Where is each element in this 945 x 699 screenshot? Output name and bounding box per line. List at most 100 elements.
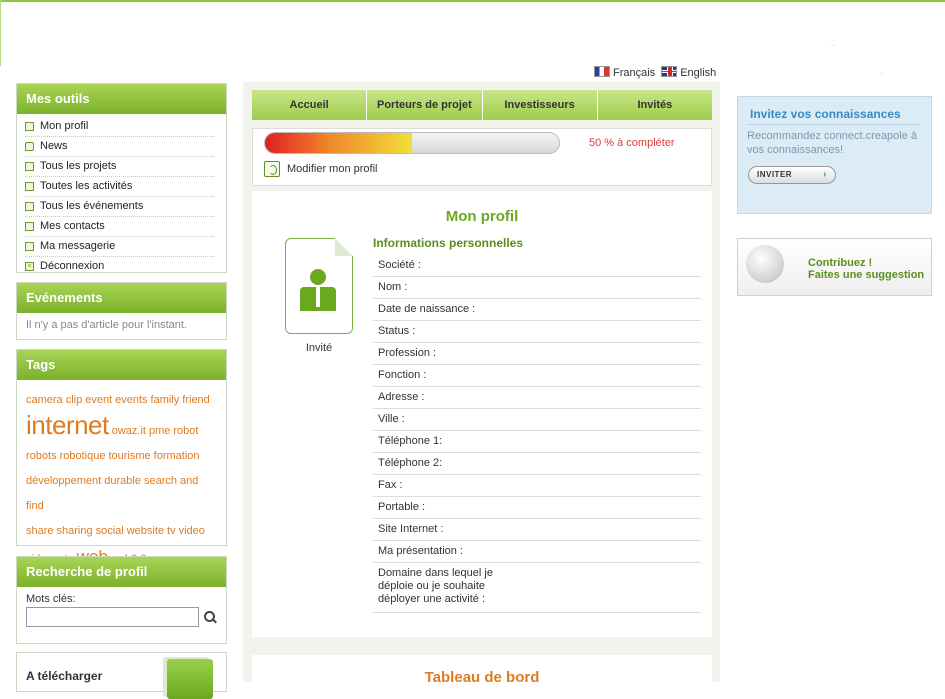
page-icon bbox=[25, 162, 34, 171]
events-empty-text: Il n'y a pas d'article pour l'instant. bbox=[26, 319, 187, 331]
field-site-internet: Site Internet : bbox=[373, 519, 701, 541]
download-title: A télécharger bbox=[26, 669, 103, 683]
tag-link[interactable]: owaz.it bbox=[112, 425, 146, 437]
tag-link[interactable]: robotique bbox=[60, 450, 106, 462]
field-status: Status : bbox=[373, 321, 701, 343]
progress-text: 50 % à compléter bbox=[589, 137, 675, 149]
profile-title: Mon profil bbox=[445, 208, 519, 225]
invite-button[interactable]: INVITER bbox=[748, 166, 836, 184]
tag-link[interactable]: développement durable bbox=[26, 475, 141, 487]
field-fonction: Fonction : bbox=[373, 365, 701, 387]
main-nav: Accueil Porteurs de projet Investisseurs… bbox=[252, 90, 712, 120]
field-date-naissance: Date de naissance : bbox=[373, 299, 701, 321]
invite-text: Recommandez connect.creapole à vos conna… bbox=[747, 130, 917, 156]
nav-accueil[interactable]: Accueil bbox=[252, 90, 368, 120]
nav-investisseurs[interactable]: Investisseurs bbox=[483, 90, 598, 120]
field-ville: Ville : bbox=[373, 409, 701, 431]
dot bbox=[831, 45, 834, 46]
nav-porteurs-de-projet[interactable]: Porteurs de projet bbox=[367, 90, 483, 120]
tag-link[interactable]: robot bbox=[173, 425, 198, 437]
tag-link[interactable]: social bbox=[96, 525, 124, 537]
personal-info-list: Société : Nom : Date de naissance : Stat… bbox=[373, 255, 701, 613]
tag-link[interactable]: family bbox=[151, 394, 180, 406]
field-nom: Nom : bbox=[373, 277, 701, 299]
page-icon bbox=[25, 182, 34, 191]
tag-link[interactable]: friend bbox=[182, 394, 210, 406]
tag-link[interactable]: pme bbox=[149, 425, 170, 437]
lang-english[interactable]: English bbox=[661, 66, 716, 79]
contacts-icon bbox=[25, 222, 34, 231]
tag-link[interactable]: clip bbox=[66, 394, 83, 406]
tag-link[interactable]: formation bbox=[154, 450, 200, 462]
logout-icon: × bbox=[25, 262, 34, 271]
modify-profile-link[interactable]: Modifier mon profil bbox=[264, 161, 377, 177]
field-telephone-2: Téléphone 2: bbox=[373, 453, 701, 475]
field-fax: Fax : bbox=[373, 475, 701, 497]
events-panel: Evénements Il n'y a pas d'article pour l… bbox=[16, 282, 227, 340]
tag-link[interactable]: website bbox=[127, 525, 164, 537]
field-telephone-1: Téléphone 1: bbox=[373, 431, 701, 453]
avatar-role: Invité bbox=[305, 342, 333, 354]
tools-title: Mes outils bbox=[17, 84, 226, 114]
invite-panel: Invitez vos connaissances Recommandez co… bbox=[737, 96, 932, 214]
field-domaine-row: Domaine dans lequel je déploie ou je sou… bbox=[373, 563, 701, 613]
menu-item-contacts[interactable]: Mes contacts bbox=[25, 217, 214, 237]
tag-link[interactable]: video bbox=[179, 525, 205, 537]
profile-progress: 50 % à compléter Modifier mon profil bbox=[252, 128, 712, 186]
edit-profile-icon bbox=[264, 161, 280, 177]
personal-info-title: Informations personnelles bbox=[373, 236, 524, 250]
nav-invites[interactable]: Invités bbox=[598, 90, 712, 120]
field-domaine: Domaine dans lequel je déploie ou je sou… bbox=[378, 567, 493, 605]
tag-link[interactable]: tv bbox=[167, 525, 176, 537]
search-icon[interactable] bbox=[203, 610, 217, 624]
document-icon bbox=[25, 122, 34, 131]
tag-link[interactable]: event bbox=[85, 394, 112, 406]
lang-francais[interactable]: Français bbox=[594, 66, 655, 79]
tag-link[interactable]: tourisme bbox=[108, 450, 150, 462]
tag-link[interactable]: share bbox=[26, 525, 54, 537]
user-avatar-icon bbox=[285, 238, 353, 334]
progress-bar-fill bbox=[265, 133, 412, 153]
uk-flag-icon bbox=[661, 66, 678, 77]
keywords-input[interactable] bbox=[26, 607, 200, 627]
search-panel: Recherche de profil Mots clés: bbox=[16, 556, 227, 644]
tag-link[interactable]: sharing bbox=[57, 525, 93, 537]
tag-link[interactable]: events bbox=[115, 394, 147, 406]
dot bbox=[880, 73, 883, 74]
field-profession: Profession : bbox=[373, 343, 701, 365]
download-box-icon[interactable] bbox=[167, 659, 213, 699]
menu-item-messagerie[interactable]: Ma messagerie bbox=[25, 237, 214, 257]
tag-link[interactable]: internet bbox=[26, 410, 109, 440]
top-border bbox=[0, 0, 945, 2]
field-societe: Société : bbox=[373, 255, 701, 277]
menu-item-evenements[interactable]: Tous les événements bbox=[25, 197, 214, 217]
search-label: Mots clés: bbox=[26, 593, 76, 605]
invite-divider bbox=[748, 124, 921, 125]
suggestion-banner[interactable]: Contribuez ! Faites une suggestion bbox=[737, 238, 932, 296]
search-row bbox=[17, 607, 226, 627]
profile-panel: Mon profil Invité Informations personnel… bbox=[252, 191, 712, 637]
invite-title: Invitez vos connaissances bbox=[750, 107, 901, 121]
progress-bar bbox=[264, 132, 560, 154]
language-switcher: Français English bbox=[594, 66, 716, 79]
field-presentation: Ma présentation : bbox=[373, 541, 701, 563]
menu-item-activites[interactable]: Toutes les activités bbox=[25, 177, 214, 197]
lightbulb-icon bbox=[746, 245, 784, 283]
suggestion-text: Contribuez ! Faites une suggestion bbox=[808, 257, 925, 281]
envelope-icon bbox=[25, 242, 34, 251]
left-border bbox=[0, 0, 1, 66]
tag-link[interactable]: robots bbox=[26, 450, 57, 462]
tags-panel: Tags camera clip event events family friend i… bbox=[16, 349, 227, 566]
tag-link[interactable]: camera bbox=[26, 394, 63, 406]
field-portable: Portable : bbox=[373, 497, 701, 519]
tools-menu: Mon profil News Tous les projets Toutes … bbox=[17, 114, 226, 276]
menu-item-mon-profil[interactable]: Mon profil bbox=[25, 117, 214, 137]
french-flag-icon bbox=[594, 66, 610, 77]
search-title: Recherche de profil bbox=[17, 557, 226, 587]
menu-item-news[interactable]: News bbox=[25, 137, 214, 157]
menu-item-deconnexion[interactable]: × Déconnexion bbox=[25, 257, 214, 276]
dashboard-title: Tableau de bord bbox=[424, 669, 540, 686]
menu-item-projets[interactable]: Tous les projets bbox=[25, 157, 214, 177]
tags-title: Tags bbox=[17, 350, 226, 380]
tools-panel: Mes outils Mon profil News Tous les proj… bbox=[16, 83, 227, 273]
